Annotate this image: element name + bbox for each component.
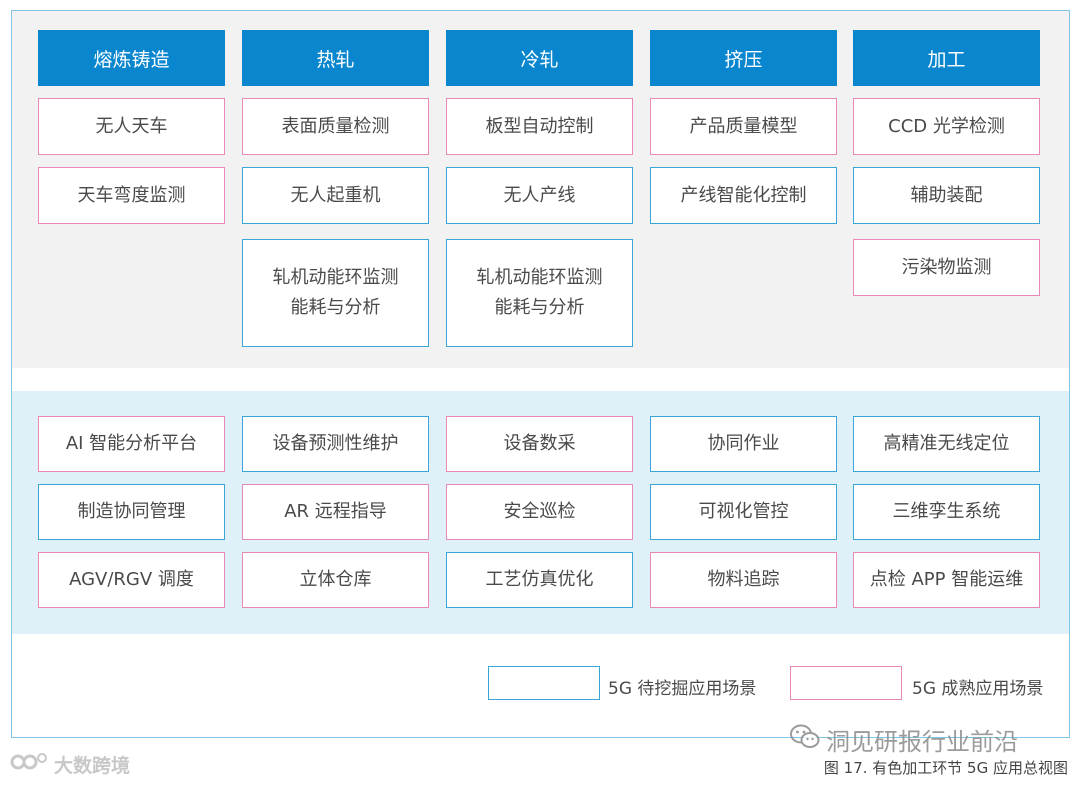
scenario-box: 工艺仿真优化 (446, 552, 633, 608)
scenario-box: 轧机动能环监测 能耗与分析 (242, 239, 429, 347)
scenario-box: 高精准无线定位 (853, 416, 1040, 472)
scenario-box: 污染物监测 (853, 239, 1040, 296)
scenario-box: AR 远程指导 (242, 484, 429, 540)
watermark-right-text: 洞见研报行业前沿 (826, 728, 1018, 756)
legend-label-pending: 5G 待挖掘应用场景 (608, 679, 757, 699)
scenario-box: 可视化管控 (650, 484, 837, 540)
legend-label-mature: 5G 成熟应用场景 (912, 679, 1044, 699)
figure-caption: 图 17. 有色加工环节 5G 应用总视图 (823, 759, 1068, 777)
watermark-right: 洞见研报行业前沿 (790, 722, 1018, 757)
scenario-box: 产线智能化控制 (650, 167, 837, 224)
scenario-box: 无人起重机 (242, 167, 429, 224)
scenario-box: 无人产线 (446, 167, 633, 224)
scenario-box: 制造协同管理 (38, 484, 225, 540)
legend-swatch-pending (488, 666, 600, 700)
header-hot-rolling: 热轧 (242, 30, 429, 86)
scenario-box: 产品质量模型 (650, 98, 837, 155)
scenario-box: 三维孪生系统 (853, 484, 1040, 540)
scenario-box: 板型自动控制 (446, 98, 633, 155)
watermark-left-text: 大数跨境 (54, 755, 131, 777)
header-processing: 加工 (853, 30, 1040, 86)
scenario-box: CCD 光学检测 (853, 98, 1040, 155)
scenario-box: 辅助装配 (853, 167, 1040, 224)
header-extrusion: 挤压 (650, 30, 837, 86)
scenario-box: 设备数采 (446, 416, 633, 472)
scenario-box: AI 智能分析平台 (38, 416, 225, 472)
wechat-icon (790, 724, 820, 756)
header-cold-rolling: 冷轧 (446, 30, 633, 86)
scenario-box: 无人天车 (38, 98, 225, 155)
scenario-box: 天车弯度监测 (38, 167, 225, 224)
scenario-box: 表面质量检测 (242, 98, 429, 155)
scenario-line: 能耗与分析 (290, 297, 381, 318)
scenario-box: 设备预测性维护 (242, 416, 429, 472)
scenario-box: 立体仓库 (242, 552, 429, 608)
watermark-left: 大数跨境 (10, 750, 130, 779)
scenario-box: 轧机动能环监测 能耗与分析 (446, 239, 633, 347)
scenario-line: 轧机动能环监测 (476, 267, 603, 288)
scenario-box: 安全巡检 (446, 484, 633, 540)
scenario-line: 轧机动能环监测 (272, 267, 399, 288)
header-smelting-casting: 熔炼铸造 (38, 30, 225, 86)
brand-logo-icon (10, 750, 50, 779)
scenario-box: 点检 APP 智能运维 (853, 552, 1040, 608)
legend-swatch-mature (790, 666, 902, 700)
scenario-box: 协同作业 (650, 416, 837, 472)
scenario-box: AGV/RGV 调度 (38, 552, 225, 608)
scenario-box: 物料追踪 (650, 552, 837, 608)
scenario-line: 能耗与分析 (494, 297, 585, 318)
